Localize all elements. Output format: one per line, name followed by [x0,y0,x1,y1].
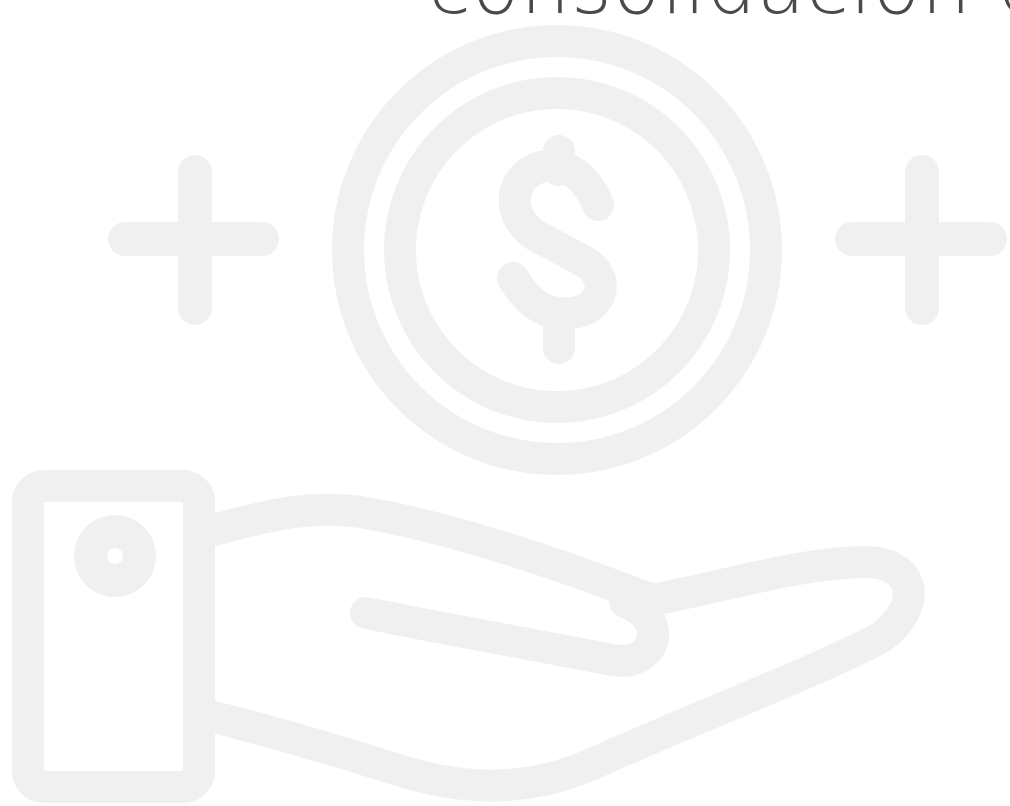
hand-holding-coin-illustration [12,25,1007,803]
banner-graphic: consolidación d [0,0,1010,806]
hand-icon [12,470,925,803]
plus-icon [108,155,279,325]
dollar-sign-icon [497,135,617,364]
plus-icon [835,155,1007,325]
